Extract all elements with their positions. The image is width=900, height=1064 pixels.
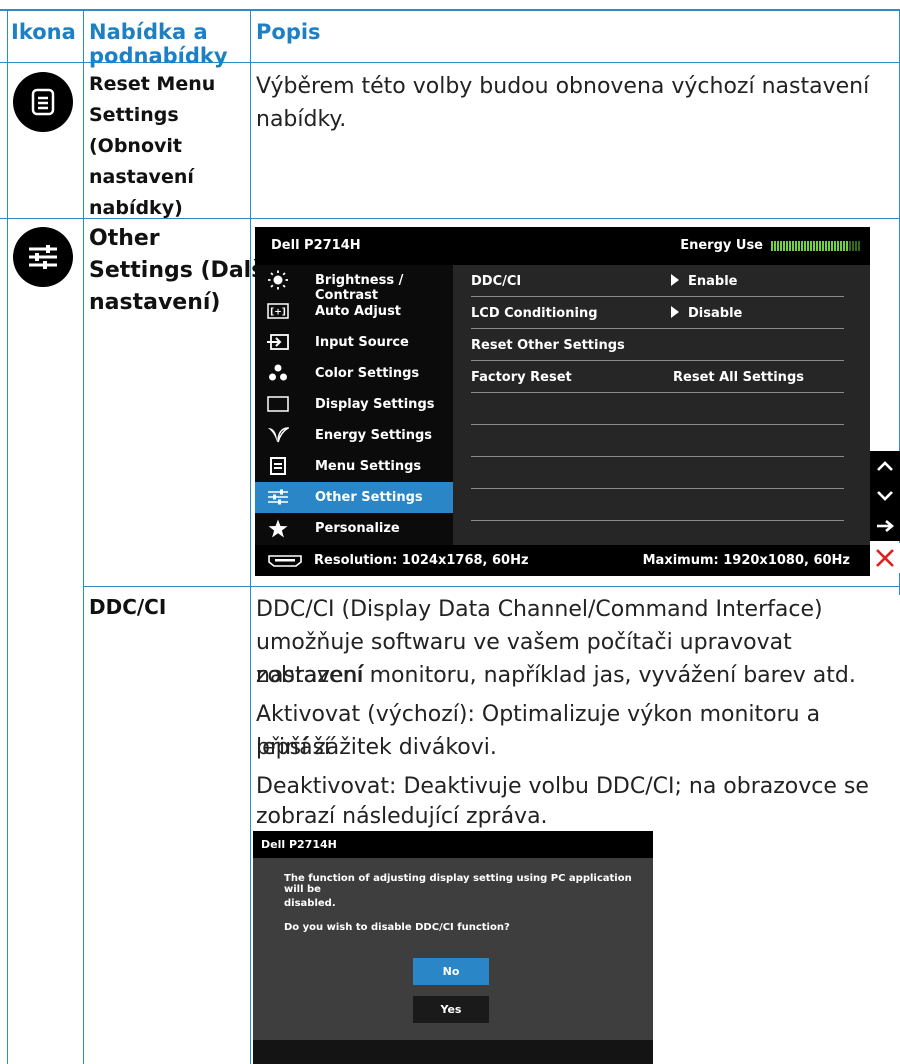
dialog-bottom-bar (253, 1040, 653, 1064)
play-arrow-icon (671, 306, 679, 318)
input-source-icon (267, 333, 289, 351)
osd-sidebar: Brightness / Contrast [+] Auto Adjust Input… (255, 265, 453, 545)
option-divider (471, 360, 844, 361)
ddc-dialog: Dell P2714H The function of adjusting di… (253, 831, 653, 1064)
osd-top-bar: Dell P2714H Energy Use (255, 227, 870, 265)
reset-menu-name-l5: nabídky) (89, 197, 183, 219)
osd-menu-item[interactable]: Display Settings (255, 389, 453, 420)
option-divider (471, 520, 844, 521)
dialog-title: Dell P2714H (261, 838, 337, 851)
osd-menu-label: Auto Adjust (315, 304, 402, 319)
auto-adjust-icon: [+] (267, 302, 289, 320)
display-icon (267, 395, 289, 413)
osd-option-label[interactable]: Reset Other Settings (471, 338, 625, 353)
option-divider (471, 424, 844, 425)
left-border (7, 9, 8, 1064)
other-name-l3: nastavení) (89, 290, 221, 315)
close-icon[interactable] (870, 543, 900, 573)
other-name-l1: Other (89, 226, 160, 251)
osd-option-label[interactable]: DDC/CI (471, 274, 521, 289)
osd-option-label[interactable]: LCD Conditioning (471, 306, 598, 321)
dialog-line2: disabled. (284, 898, 336, 909)
option-divider (471, 328, 844, 329)
header-menu-line1: Nabídka a (89, 20, 208, 44)
reset-menu-name-l3: (Obnovit (89, 135, 182, 157)
play-arrow-icon (671, 274, 679, 286)
osd-menu-item[interactable]: Input Source (255, 327, 453, 358)
menu-icon (267, 457, 289, 475)
right-arrow-icon[interactable] (870, 511, 900, 541)
dialog-line1: The function of adjusting display settin… (284, 873, 632, 895)
osd-menu-label: Other Settings (315, 490, 423, 505)
ddc-desc-l7: zobrazí následující zpráva. (256, 804, 548, 829)
reset-desc-l2: nabídky. (256, 107, 347, 132)
osd-menu-label: Energy Settings (315, 428, 433, 443)
header-menu-line2: podnabídky (89, 44, 228, 68)
option-divider (471, 296, 844, 297)
option-divider (471, 488, 844, 489)
dialog-yes-button[interactable]: Yes (413, 996, 489, 1023)
option-divider (471, 392, 844, 393)
osd-menu-label: Display Settings (315, 397, 435, 412)
osd-menu-item[interactable]: [+] Auto Adjust (255, 296, 453, 327)
ddc-desc-l5: lepší zážitek divákovi. (256, 735, 497, 760)
up-arrow-icon[interactable] (870, 451, 900, 481)
row-ddc-top-border (83, 586, 900, 587)
brightness-icon (267, 270, 289, 290)
ddc-desc-l3: zobrazení monitoru, například jas, vyváž… (256, 663, 856, 688)
energy-meter (771, 240, 860, 251)
col2-border (250, 9, 251, 1064)
osd-title: Dell P2714H (271, 238, 361, 253)
osd-menu-item[interactable]: Color Settings (255, 358, 453, 389)
dialog-line3: Do you wish to disable DDC/CI function? (284, 922, 510, 933)
other-name-l2: Settings (Další (89, 258, 272, 283)
osd-menu-item[interactable]: Menu Settings (255, 451, 453, 482)
ddc-name: DDC/CI (89, 595, 167, 619)
col1-border (83, 9, 84, 1064)
reset-desc-l1: Výběrem této volby budou obnovena výchoz… (256, 74, 870, 99)
osd-menu-item[interactable]: Brightness / Contrast (255, 265, 453, 303)
dialog-title-bar: Dell P2714H (253, 831, 653, 858)
ddc-desc-l6: Deaktivovat: Deaktivuje volbu DDC/CI; na… (256, 774, 869, 799)
hdmi-icon (267, 553, 303, 572)
maximum-text: Maximum: 1920x1080, 60Hz (642, 553, 850, 568)
star-icon (267, 519, 289, 537)
osd-menu-label: Input Source (315, 335, 409, 350)
sliders-icon (267, 488, 289, 506)
ddc-desc-l1: DDC/CI (Display Data Channel/Command Int… (256, 597, 823, 622)
osd-option-value[interactable]: Reset All Settings (673, 370, 804, 385)
osd-status-bar: Resolution: 1024x1768, 60Hz Maximum: 192… (255, 545, 870, 576)
energy-label: Energy Use (680, 238, 763, 253)
option-divider (471, 456, 844, 457)
leaf-icon (267, 426, 289, 444)
osd-option-value[interactable]: Enable (671, 274, 738, 289)
osd-menu-label: Menu Settings (315, 459, 422, 474)
color-dots-icon (267, 364, 289, 382)
header-icon: Ikona (11, 20, 76, 44)
osd-energy: Energy Use (680, 238, 860, 253)
menu-doc-icon (13, 72, 73, 132)
osd-menu-label: Personalize (315, 521, 400, 536)
osd-option-value[interactable]: Disable (671, 306, 742, 321)
osd-option-label[interactable]: Factory Reset (471, 370, 572, 385)
svg-text:[+]: [+] (270, 308, 286, 318)
sliders-icon (13, 227, 73, 287)
osd-menu: Dell P2714H Energy Use Brightness / Cont… (255, 227, 870, 576)
reset-menu-name-l4: nastavení (89, 166, 194, 188)
resolution-text: Resolution: 1024x1768, 60Hz (314, 553, 529, 568)
osd-options-panel: DDC/CI Enable LCD Conditioning Disable Reset… (453, 265, 870, 545)
table-top-border (0, 9, 900, 11)
reset-menu-name-l2: Settings (89, 104, 179, 126)
osd-menu-label: Color Settings (315, 366, 420, 381)
osd-menu-item[interactable]: Energy Settings (255, 420, 453, 451)
dialog-no-button[interactable]: No (413, 958, 489, 985)
osd-menu-item[interactable]: Personalize (255, 513, 453, 544)
header-description: Popis (256, 20, 321, 44)
reset-menu-name-l1: Reset Menu (89, 73, 216, 95)
down-arrow-icon[interactable] (870, 481, 900, 511)
osd-menu-item[interactable]: Other Settings (255, 482, 453, 513)
